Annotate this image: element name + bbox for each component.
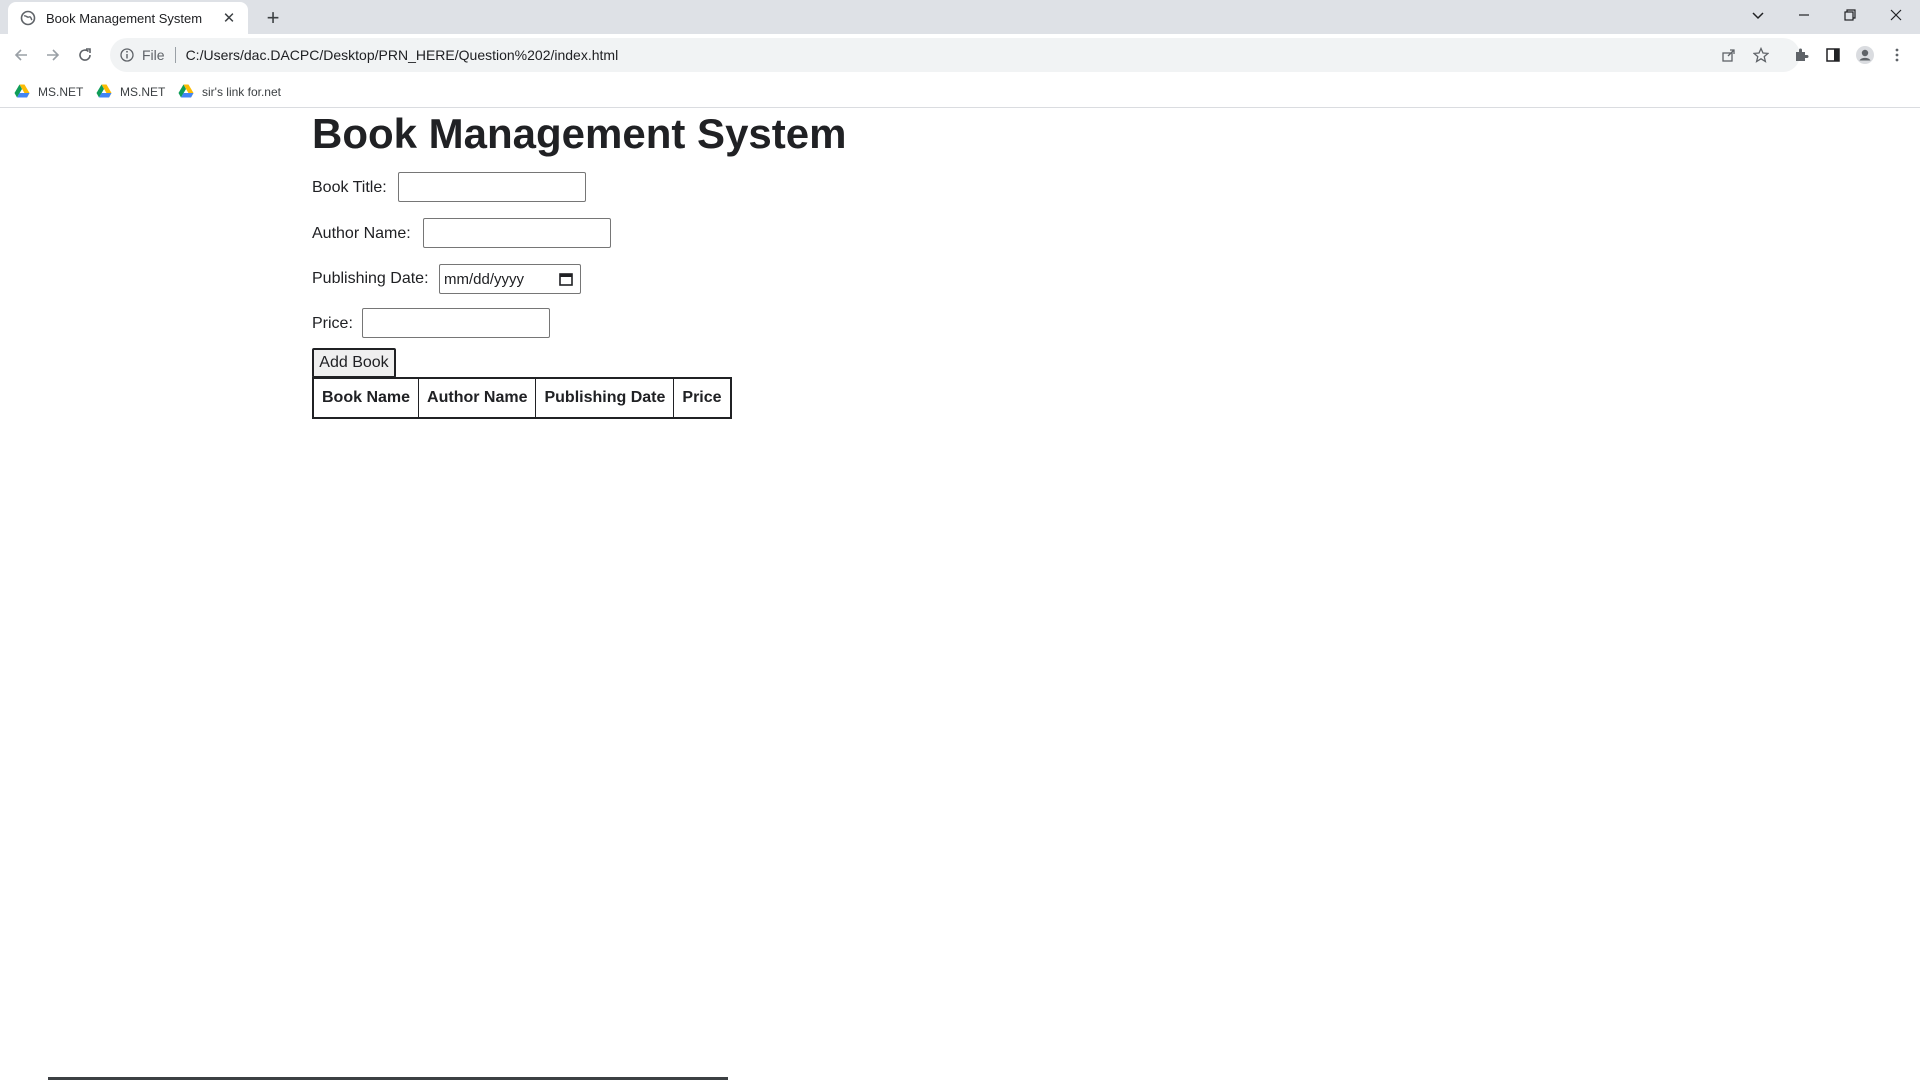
address-bar[interactable]: File C:/Users/dac.DACPC/Desktop/PRN_HERE… [110,38,1800,72]
side-panel-icon[interactable] [1821,43,1845,67]
column-header-price: Price [673,377,732,419]
calendar-icon[interactable] [558,271,574,287]
price-input[interactable] [362,308,550,338]
book-title-label: Book Title: [312,179,387,196]
tab-strip: Book Management System ✕ + [0,0,1920,34]
author-name-input[interactable] [423,218,611,248]
google-drive-icon [178,84,194,101]
globe-icon [20,10,36,26]
author-name-label: Author Name: [312,225,411,242]
browser-menu-icon[interactable] [1885,43,1909,67]
close-tab-icon[interactable]: ✕ [220,9,238,27]
back-icon[interactable] [6,40,36,70]
bookmark-label: MS.NET [38,85,84,99]
column-header-author-name: Author Name [418,377,537,419]
table-header-row: Book Name Author Name Publishing Date Pr… [312,377,732,419]
extensions-icon[interactable] [1789,43,1813,67]
restore-icon[interactable] [1827,0,1873,30]
browser-toolbar: File C:/Users/dac.DACPC/Desktop/PRN_HERE… [0,34,1920,76]
bookmark-label: MS.NET [120,85,166,99]
google-drive-icon [14,84,30,101]
new-tab-icon[interactable]: + [260,5,286,31]
info-icon[interactable] [118,46,136,64]
forward-icon[interactable] [38,40,68,70]
books-table: Book Name Author Name Publishing Date Pr… [312,377,732,419]
publishing-date-input[interactable]: mm/dd/yyyy [439,264,581,294]
minimize-icon[interactable] [1781,0,1827,30]
tab-search-chevron-icon[interactable] [1735,0,1781,30]
omnibox-divider [174,47,176,63]
bookmark-label: sir's link for.net [202,85,281,99]
column-header-book-name: Book Name [312,377,420,419]
profile-avatar-icon[interactable] [1853,43,1877,67]
page-title: Book Management System [312,110,847,157]
bookmark-item[interactable]: MS.NET [96,82,165,102]
column-header-publishing-date: Publishing Date [535,377,675,419]
tab-title: Book Management System [46,10,203,26]
close-window-icon[interactable] [1873,0,1919,30]
book-title-input[interactable] [398,172,586,202]
bookmarks-bar: MS.NET MS.NET sir's link for.net [0,76,1920,108]
bookmark-item[interactable]: sir's link for.net [178,82,281,102]
reload-icon[interactable] [70,40,100,70]
browser-tab-active[interactable]: Book Management System ✕ [8,2,248,34]
price-label: Price: [312,315,353,332]
bookmark-item[interactable]: MS.NET [14,82,83,102]
add-book-button[interactable]: Add Book [312,348,396,378]
url-text[interactable]: C:/Users/dac.DACPC/Desktop/PRN_HERE/Ques… [186,47,619,63]
publishing-date-label: Publishing Date: [312,270,429,287]
bookmark-star-icon[interactable] [1749,43,1773,67]
share-icon[interactable] [1717,43,1741,67]
date-placeholder: mm/dd/yyyy [444,270,525,288]
google-drive-icon [96,84,112,101]
file-scheme-label: File [142,47,165,63]
